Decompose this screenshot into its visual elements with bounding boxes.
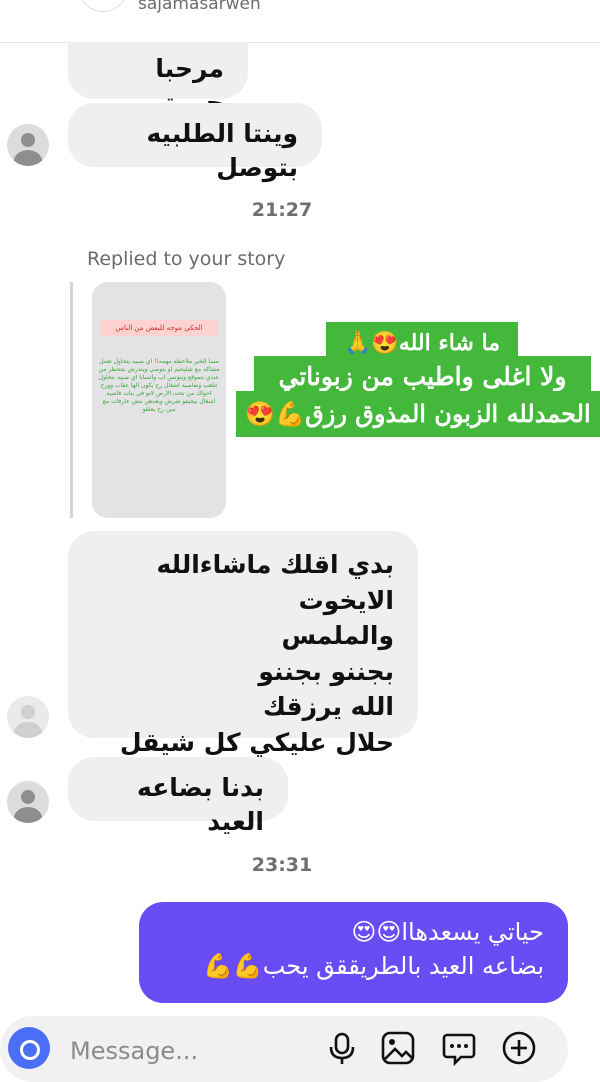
message-line: بجننو بجننو xyxy=(258,656,394,686)
header-username[interactable]: sajamasarwen xyxy=(138,0,261,14)
story-thumbnail[interactable]: الحكي موجه للبعض من الناس مسا الخير ملاح… xyxy=(92,282,226,518)
sender-avatar[interactable] xyxy=(7,124,49,166)
message-input[interactable] xyxy=(68,1034,292,1068)
message-line: حلال عليكي كل شيقل xyxy=(119,727,394,757)
sticker-line-3: الحمدلله الزبون المذوق رزق💪😍 xyxy=(236,391,600,437)
incoming-message[interactable]: بدي اقلك ماشاءالله الايخوت والملمس بجننو… xyxy=(68,531,418,757)
message-text: وينتا الطلبيه بتوصل xyxy=(146,119,298,182)
gallery-icon[interactable] xyxy=(380,1030,416,1066)
incoming-message[interactable]: وينتا الطلبيه بتوصل xyxy=(68,103,322,182)
message-line: بضاعه العيد بالطريققق يحب💪💪 xyxy=(203,952,544,980)
header-avatar[interactable] xyxy=(78,0,128,12)
message-line: الله يرزقك xyxy=(262,692,394,721)
reply-indicator xyxy=(70,282,73,518)
incoming-message[interactable]: مرحبا حبيبتي xyxy=(68,42,248,117)
message-line: حياتي يسعدهاا😍😍 xyxy=(351,918,544,946)
camera-icon[interactable] xyxy=(8,1027,50,1069)
message-text: بدنا بضاعه العيد xyxy=(137,773,264,836)
microphone-icon[interactable] xyxy=(324,1030,360,1066)
incoming-message[interactable]: بدنا بضاعه العيد xyxy=(68,757,288,836)
sticker-icon[interactable] xyxy=(441,1030,477,1066)
message-line: والملمس xyxy=(281,621,394,650)
replied-label: Replied to your story xyxy=(87,248,286,270)
sender-avatar[interactable] xyxy=(7,696,49,738)
chat-header: sajamasarwen xyxy=(0,0,600,43)
story-text: مسا الخير ملاحظه مهمه!! اي صبيه بتحاول ت… xyxy=(98,358,220,413)
timestamp: 23:31 xyxy=(251,854,313,876)
timestamp: 21:27 xyxy=(251,199,313,221)
story-tag: الحكي موجه للبعض من الناس xyxy=(100,320,218,336)
plus-icon[interactable] xyxy=(501,1030,537,1066)
outgoing-message[interactable]: حياتي يسعدهاا😍😍 بضاعه العيد بالطريققق يح… xyxy=(139,902,568,1003)
sender-avatar[interactable] xyxy=(7,781,49,823)
message-line: بدي اقلك ماشاءالله الايخوت xyxy=(156,550,394,615)
